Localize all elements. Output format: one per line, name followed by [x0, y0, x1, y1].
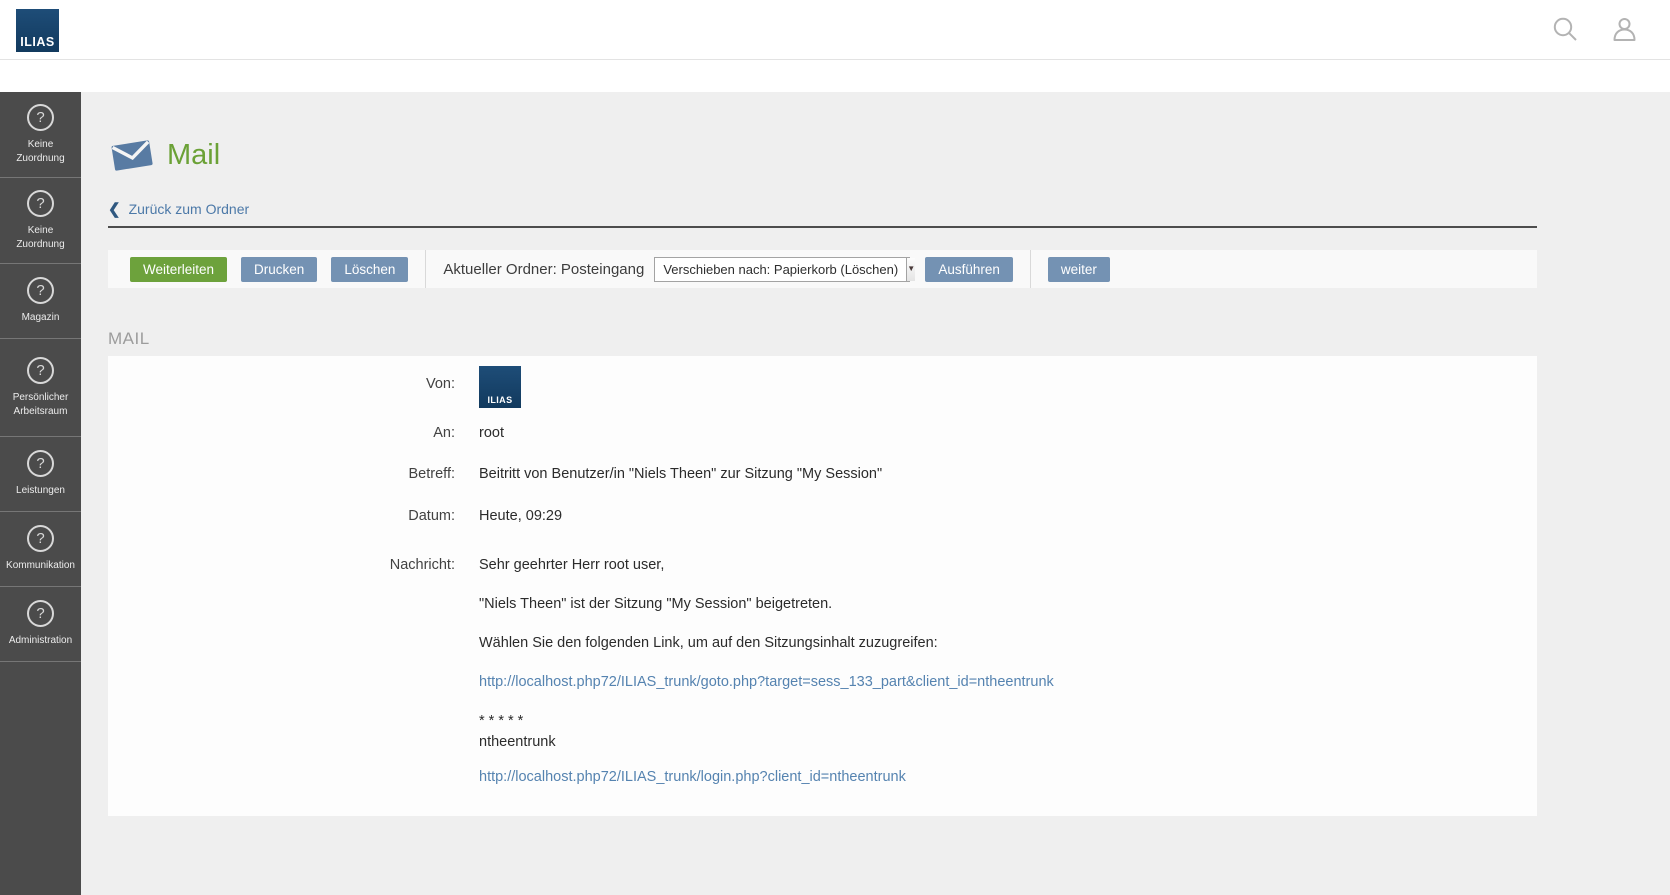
sidebar-item-label: Keine Zuordnung — [3, 138, 78, 165]
delete-button[interactable]: Löschen — [331, 257, 408, 282]
date-label: Datum: — [108, 508, 455, 524]
forward-button[interactable]: Weiterleiten — [130, 257, 227, 282]
ilias-logo[interactable]: ILIAS — [16, 9, 59, 52]
message-join-info: "Niels Theen" ist der Sitzung "My Sessio… — [479, 596, 1054, 613]
message-label: Nachricht: — [108, 557, 455, 808]
sidebar-item-label: Keine Zuordnung — [3, 224, 78, 251]
header-divider — [108, 226, 1537, 228]
execute-button[interactable]: Ausführen — [925, 257, 1013, 282]
sub-bar — [0, 60, 1670, 92]
sender-ilias-logo: ILIAS — [479, 366, 521, 408]
sidebar-item-label: Leistungen — [16, 484, 65, 498]
print-button[interactable]: Drucken — [241, 257, 317, 282]
question-circle-icon: ? — [27, 104, 54, 131]
back-link-label: Zurück zum Ordner — [129, 201, 250, 217]
sidebar-item-persoenlicher-arbeitsraum[interactable]: ? Persönlicher Arbeitsraum — [0, 339, 81, 437]
message-link-hint: Wählen Sie den folgenden Link, um auf de… — [479, 635, 1054, 652]
move-to-select[interactable]: Verschieben nach: Papierkorb (Löschen) ▼ — [654, 257, 910, 282]
sidebar: ? Keine Zuordnung ? Keine Zuordnung ? Ma… — [0, 92, 81, 895]
sidebar-item-magazin[interactable]: ? Magazin — [0, 264, 81, 339]
mail-section-title: MAIL — [108, 329, 1537, 349]
message-body: Sehr geehrter Herr root user, "Niels The… — [479, 557, 1054, 808]
client-name: ntheentrunk — [479, 734, 1054, 751]
content-area: Mail ❮ Zurück zum Ordner Weiterleiten Dr… — [81, 92, 1670, 895]
login-link[interactable]: http://localhost.php72/ILIAS_trunk/login… — [479, 769, 906, 785]
question-circle-icon: ? — [27, 190, 54, 217]
sender-logo-text: ILIAS — [487, 395, 512, 405]
mail-toolbar: Weiterleiten Drucken Löschen Aktueller O… — [108, 250, 1537, 288]
question-circle-icon: ? — [27, 600, 54, 627]
subject-value: Beitritt von Benutzer/in "Niels Theen" z… — [479, 466, 882, 482]
top-bar: ILIAS — [0, 0, 1670, 60]
question-circle-icon: ? — [27, 357, 54, 384]
sidebar-item-keine-zuordnung-2[interactable]: ? Keine Zuordnung — [0, 178, 81, 264]
sidebar-item-label: Kommunikation — [6, 559, 75, 573]
ilias-logo-text: ILIAS — [20, 35, 54, 49]
move-to-select-value: Verschieben nach: Papierkorb (Löschen) — [655, 262, 906, 277]
subject-label: Betreff: — [108, 466, 455, 482]
question-circle-icon: ? — [27, 277, 54, 304]
to-label: An: — [108, 425, 455, 441]
mail-envelope-icon — [110, 137, 154, 173]
toolbar-divider — [425, 250, 426, 288]
sidebar-item-label: Magazin — [22, 311, 60, 325]
next-button[interactable]: weiter — [1048, 257, 1110, 282]
date-value: Heute, 09:29 — [479, 508, 562, 524]
question-circle-icon: ? — [27, 450, 54, 477]
page-title: Mail — [167, 139, 220, 172]
sidebar-item-label: Administration — [9, 634, 72, 648]
sidebar-item-kommunikation[interactable]: ? Kommunikation — [0, 512, 81, 587]
session-link[interactable]: http://localhost.php72/ILIAS_trunk/goto.… — [479, 674, 1054, 690]
question-circle-icon: ? — [27, 525, 54, 552]
message-greeting: Sehr geehrter Herr root user, — [479, 557, 1054, 574]
mail-detail-panel: Von: ILIAS An: root Betreff: Beitritt vo… — [108, 356, 1537, 816]
sidebar-item-leistungen[interactable]: ? Leistungen — [0, 437, 81, 512]
current-folder-label: Aktueller Ordner: Posteingang — [443, 261, 644, 278]
chevron-left-icon: ❮ — [108, 200, 121, 218]
back-to-folder-link[interactable]: ❮ Zurück zum Ordner — [108, 200, 1537, 218]
toolbar-divider — [1030, 250, 1031, 288]
sidebar-item-administration[interactable]: ? Administration — [0, 587, 81, 662]
user-icon[interactable] — [1611, 16, 1638, 43]
select-dropdown-arrow-icon: ▼ — [906, 258, 915, 281]
from-label: Von: — [108, 366, 455, 408]
message-separator-stars: * * * * * — [479, 713, 1054, 730]
sidebar-item-label: Persönlicher Arbeitsraum — [3, 391, 78, 418]
to-value: root — [479, 425, 504, 441]
sidebar-item-keine-zuordnung-1[interactable]: ? Keine Zuordnung — [0, 92, 81, 178]
search-icon[interactable] — [1552, 16, 1579, 43]
